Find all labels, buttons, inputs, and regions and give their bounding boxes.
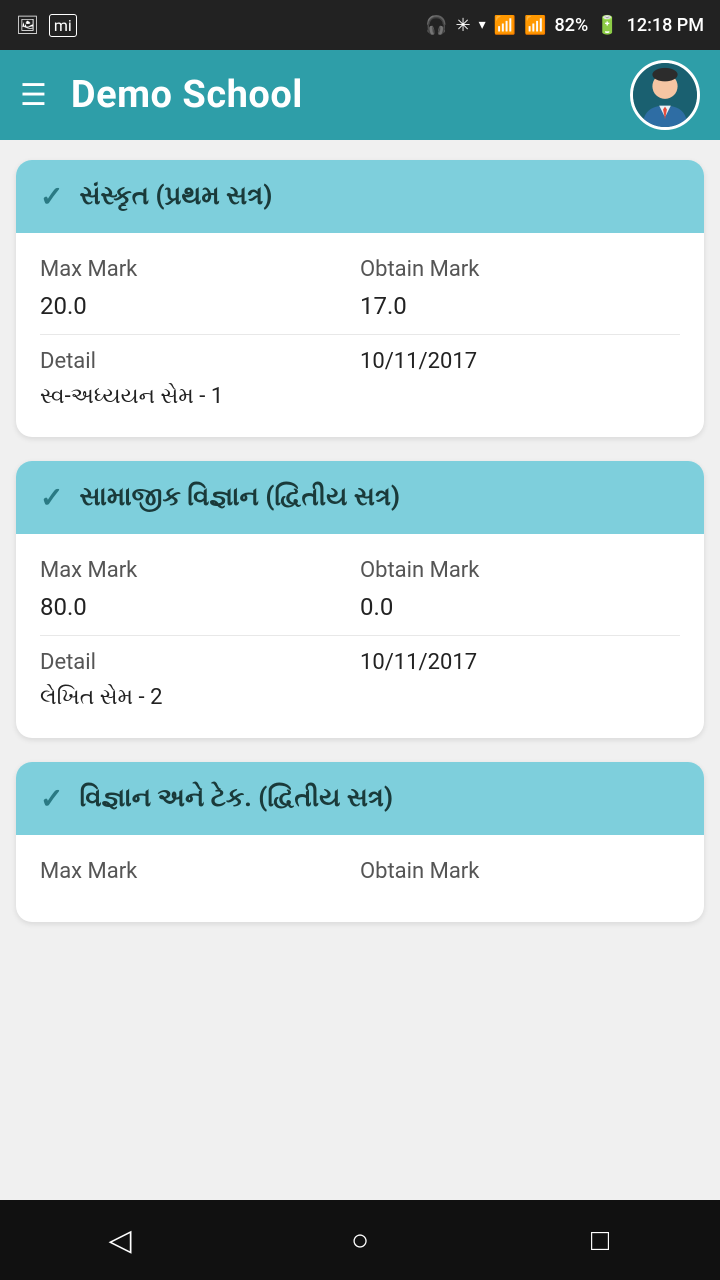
card-2-detail-row: Detail 10/11/2017	[40, 650, 680, 675]
card-sanskrit: ✓ સંસ્કૃત (પ્રથમ સત્ર) Max Mark Obtain M…	[16, 160, 704, 437]
card-3-mark-labels: Max Mark Obtain Mark	[40, 859, 680, 884]
card-2-mark-labels: Max Mark Obtain Mark	[40, 558, 680, 583]
app-bar: ☰ Demo School	[0, 50, 720, 140]
card-1-detail-row: Detail 10/11/2017	[40, 349, 680, 374]
divider-1	[40, 334, 680, 335]
detail-value-2: 10/11/2017	[360, 650, 680, 675]
card-3-header: ✓ વિજ્ઞાન અને ટેક. (દ્વિતીય સત્ર)	[16, 762, 704, 835]
card-2-mark-values: 80.0 0.0	[40, 593, 680, 621]
max-mark-label-2: Max Mark	[40, 558, 360, 583]
card-2-body: Max Mark Obtain Mark 80.0 0.0 Detail 10/…	[16, 534, 704, 738]
obtain-mark-label-1: Obtain Mark	[360, 257, 680, 282]
bluetooth-icon: ✳	[456, 15, 471, 36]
check-icon-1: ✓	[40, 180, 63, 213]
status-bar-right: 🎧 ✳ ▾ 📶 📶 82% 🔋 12:18 PM	[425, 15, 704, 36]
wifi-icon: 📶	[494, 15, 516, 36]
check-icon-2: ✓	[40, 481, 63, 514]
status-bar: 🖼 mi 🎧 ✳ ▾ 📶 📶 82% 🔋 12:18 PM	[0, 0, 720, 50]
bottom-nav: ◁ ○ □	[0, 1200, 720, 1280]
status-bar-left: 🖼 mi	[16, 14, 77, 37]
card-science-tech: ✓ વિજ્ઞાન અને ટેક. (દ્વિતીય સત્ર) Max Ma…	[16, 762, 704, 922]
user-avatar[interactable]	[630, 60, 700, 130]
check-icon-3: ✓	[40, 782, 63, 815]
signal-icon: 📶	[524, 15, 546, 36]
mi-icon: mi	[49, 14, 77, 37]
app-title: Demo School	[71, 73, 303, 117]
detail-value-1: 10/11/2017	[360, 349, 680, 374]
obtain-mark-label-2: Obtain Mark	[360, 558, 680, 583]
card-social-science: ✓ સામાજીક વિજ્ઞાન (દ્વિતીય સત્ર) Max Mar…	[16, 461, 704, 738]
obtain-mark-value-1: 17.0	[360, 292, 680, 320]
detail-label-2: Detail	[40, 650, 360, 675]
recent-button[interactable]: □	[570, 1210, 630, 1270]
card-2-title: સામાજીક વિજ્ઞાન (દ્વિતીય સત્ર)	[79, 482, 400, 513]
card-1-mark-labels: Max Mark Obtain Mark	[40, 257, 680, 282]
detail-label-1: Detail	[40, 349, 360, 374]
card-2-header: ✓ સામાજીક વિજ્ઞાન (દ્વિતીય સત્ર)	[16, 461, 704, 534]
obtain-mark-label-3: Obtain Mark	[360, 859, 680, 884]
exam-label-1: સ્વ-અધ્યયન સેમ - 1	[40, 384, 680, 409]
app-bar-left: ☰ Demo School	[20, 73, 303, 117]
menu-icon[interactable]: ☰	[20, 78, 47, 113]
battery-icon: 🔋	[596, 15, 618, 36]
back-button[interactable]: ◁	[90, 1210, 150, 1270]
battery-percent: 82%	[554, 15, 588, 36]
max-mark-value-2: 80.0	[40, 593, 360, 621]
max-mark-label-1: Max Mark	[40, 257, 360, 282]
card-1-title: સંસ્કૃત (પ્રથમ સત્ર)	[79, 181, 272, 212]
obtain-mark-value-2: 0.0	[360, 593, 680, 621]
home-button[interactable]: ○	[330, 1210, 390, 1270]
card-1-mark-values: 20.0 17.0	[40, 292, 680, 320]
card-1-header: ✓ સંસ્કૃત (પ્રથમ સત્ર)	[16, 160, 704, 233]
card-3-title: વિજ્ઞાન અને ટેક. (દ્વિતીય સત્ર)	[79, 783, 393, 814]
max-mark-value-1: 20.0	[40, 292, 360, 320]
main-content: ✓ સંસ્કૃત (પ્રથમ સત્ર) Max Mark Obtain M…	[0, 140, 720, 1042]
card-3-body: Max Mark Obtain Mark	[16, 835, 704, 922]
headphone-icon: 🎧	[425, 15, 447, 36]
exam-label-2: લેખિત સેમ - 2	[40, 685, 680, 710]
card-1-body: Max Mark Obtain Mark 20.0 17.0 Detail 10…	[16, 233, 704, 437]
max-mark-label-3: Max Mark	[40, 859, 360, 884]
divider-2	[40, 635, 680, 636]
time-display: 12:18 PM	[627, 15, 704, 36]
photo-icon: 🖼	[16, 15, 39, 36]
wifi-down-icon: ▾	[479, 17, 486, 33]
